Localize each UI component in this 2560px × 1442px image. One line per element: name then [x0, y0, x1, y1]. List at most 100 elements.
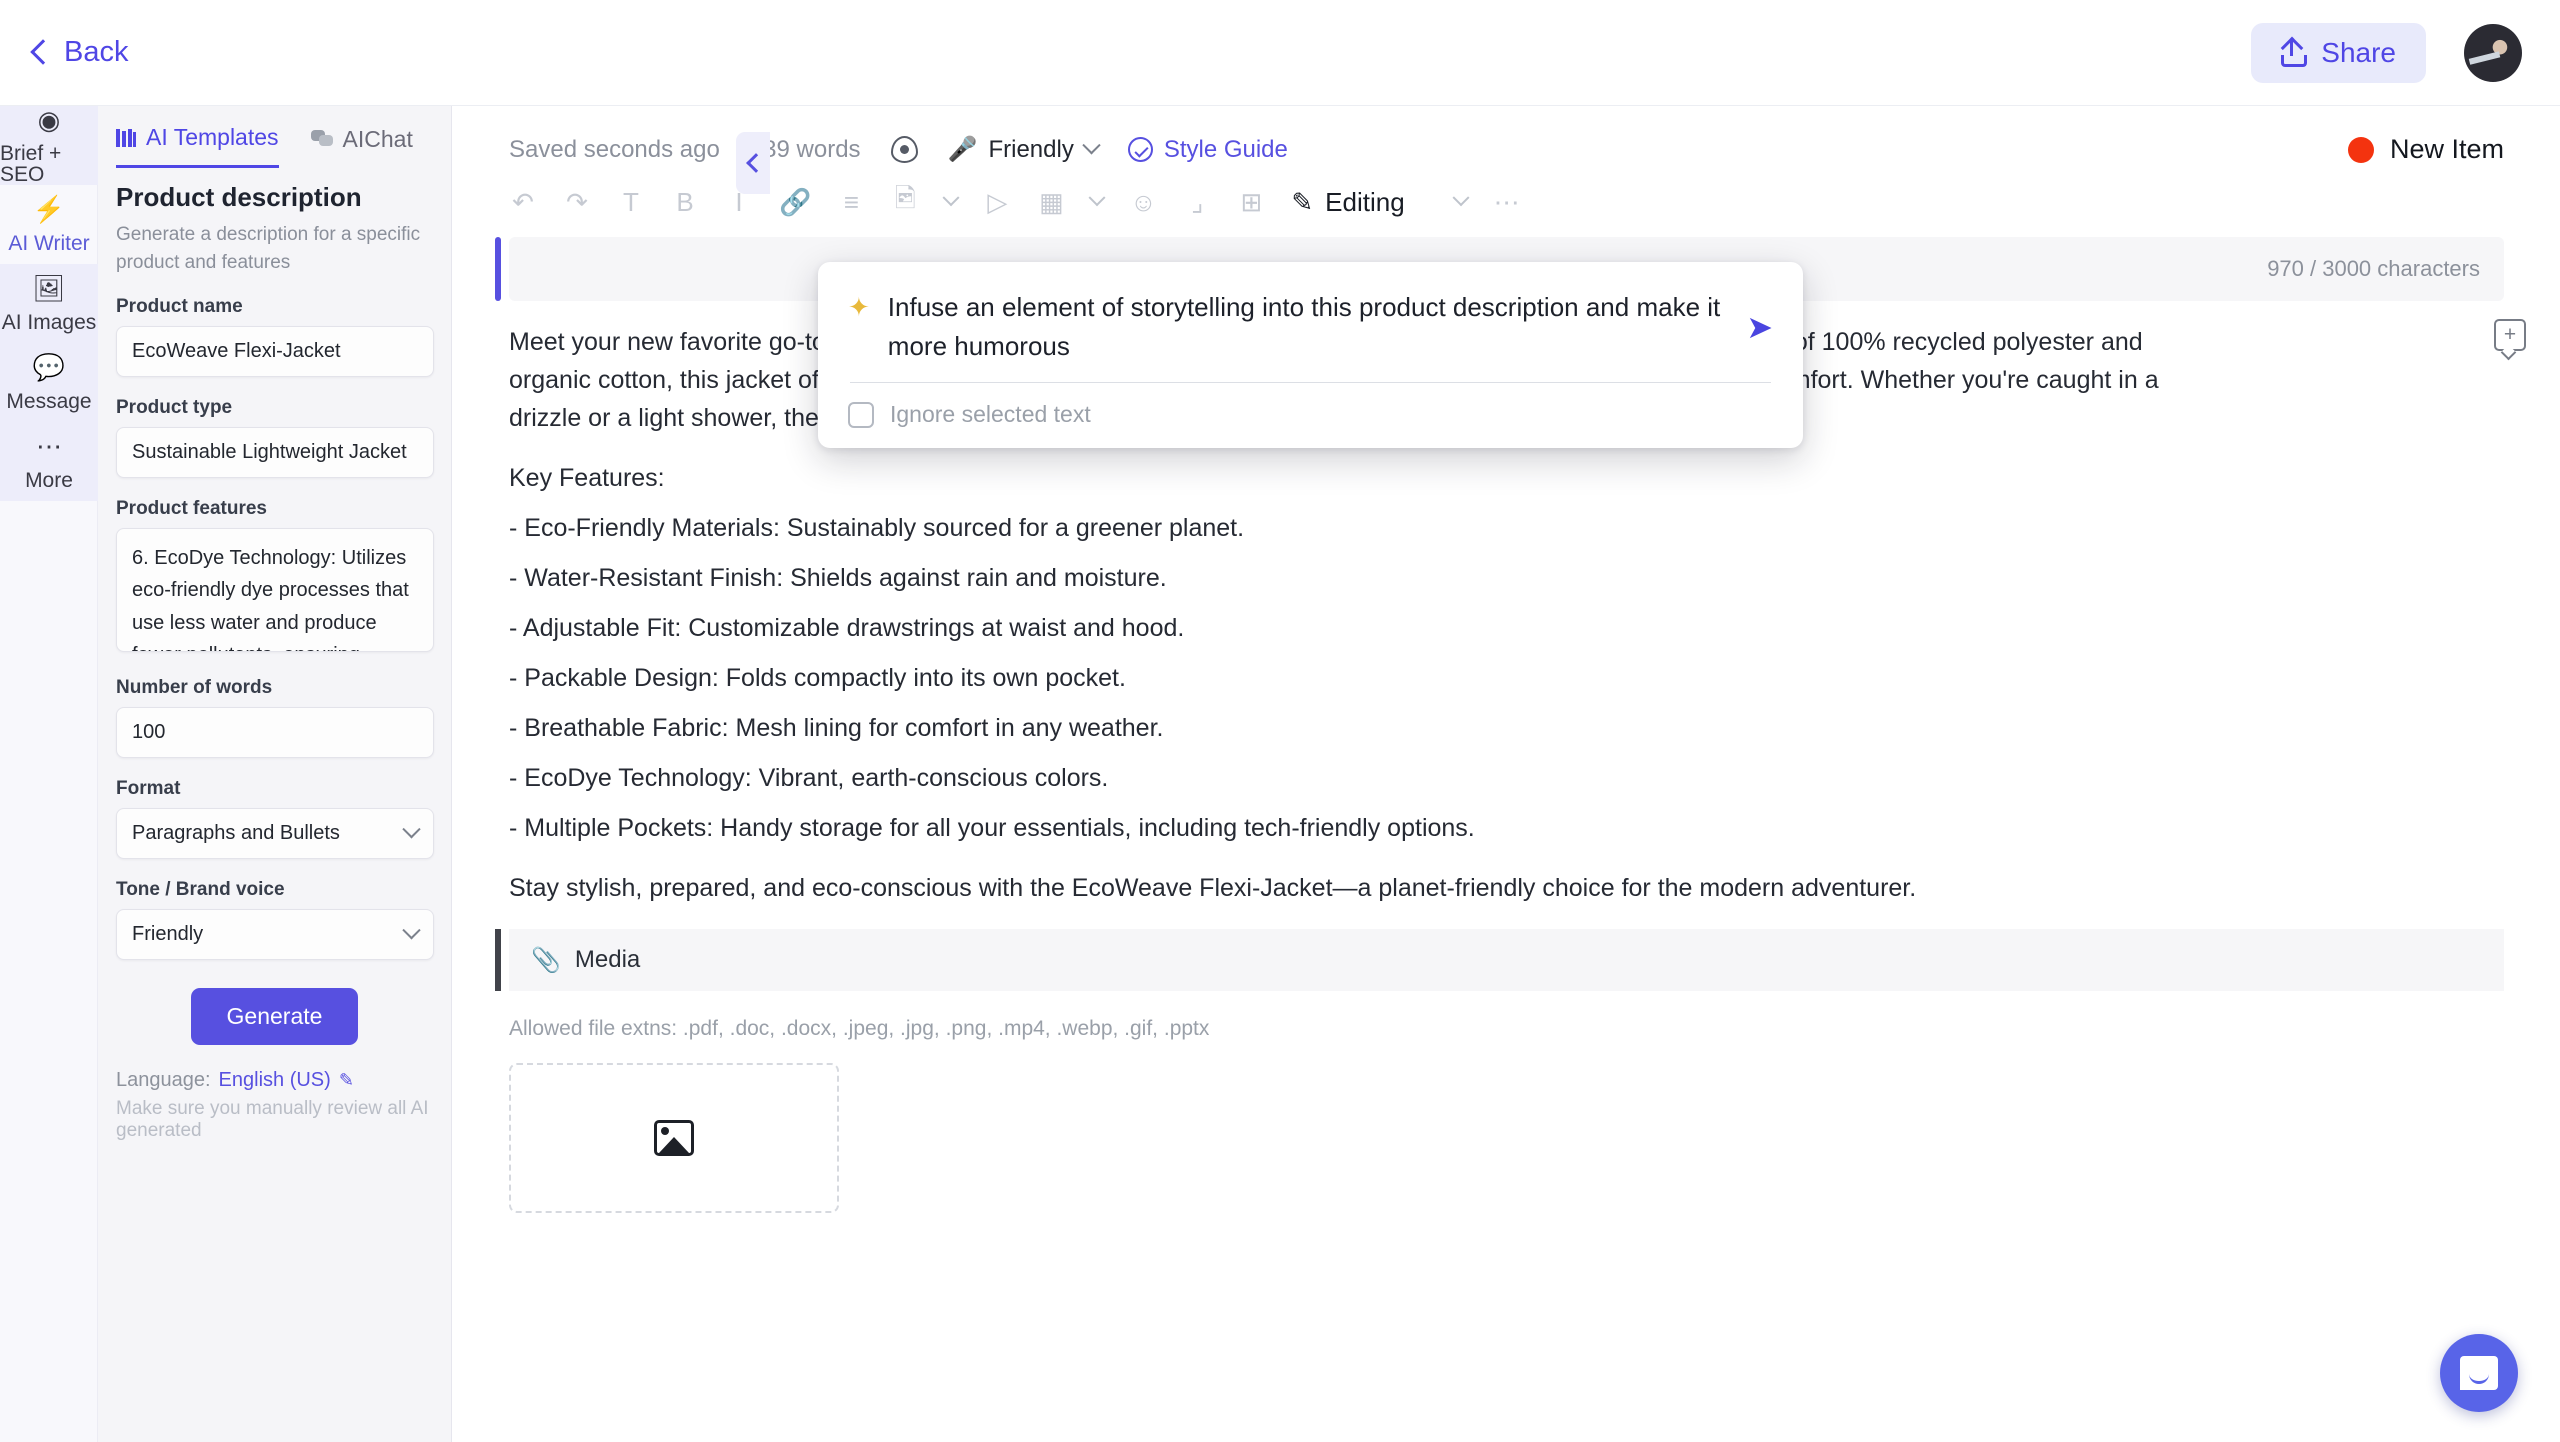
- sidebar-item-more[interactable]: ⋯ More: [0, 422, 98, 501]
- media-dropzone[interactable]: [509, 1063, 839, 1213]
- record-dot-icon: [2347, 136, 2374, 163]
- checkbox-label: Ignore selected text: [890, 401, 1091, 427]
- field-label: Format: [116, 778, 181, 800]
- chevron-down-icon[interactable]: [1452, 189, 1470, 207]
- product-name-input[interactable]: [116, 326, 434, 378]
- play-icon[interactable]: ▷: [983, 185, 1011, 219]
- chat-bubbles-icon: [310, 130, 333, 148]
- microphone-icon: 🎤: [947, 136, 978, 163]
- table-icon[interactable]: ▦: [1037, 185, 1065, 219]
- paperclip-icon: 📎: [531, 946, 561, 974]
- accent-bar: [495, 929, 501, 991]
- collapse-panel-button[interactable]: [736, 132, 770, 194]
- back-button[interactable]: Back: [28, 28, 134, 77]
- bullet-item: - Adjustable Fit: Customizable drawstrin…: [509, 614, 1185, 642]
- bold-icon[interactable]: B: [671, 185, 699, 219]
- books-icon: [116, 128, 136, 147]
- ai-prompt-popup: ✦ Infuse an element of storytelling into…: [818, 262, 1803, 448]
- tone-label: Friendly: [988, 135, 1074, 163]
- sidebar-item-message[interactable]: 💬 Message: [0, 343, 98, 422]
- product-type-input[interactable]: [116, 427, 434, 479]
- field-label: Product features: [116, 498, 267, 520]
- chevron-left-icon: [745, 153, 766, 173]
- style-guide-label: Style Guide: [1163, 135, 1288, 163]
- new-item-label: New Item: [2389, 134, 2504, 164]
- bullet-item: - EcoDye Technology: Vibrant, earth-cons…: [509, 764, 1109, 792]
- clear-format-icon[interactable]: ⌟: [1183, 185, 1211, 219]
- paragraph: Key Features:: [509, 464, 665, 492]
- ellipsis-icon: ⋯: [36, 431, 62, 461]
- check-badge-icon: [1127, 137, 1153, 162]
- chat-widget-button[interactable]: [2440, 1334, 2518, 1412]
- checkbox-icon[interactable]: [848, 401, 874, 428]
- share-label: Share: [2321, 36, 2396, 68]
- generate-button[interactable]: Generate: [190, 988, 359, 1046]
- lightning-icon: ⚡: [32, 194, 66, 224]
- sidebar-item-label: Brief + SEO: [0, 142, 62, 186]
- text-style-icon[interactable]: T: [617, 185, 645, 219]
- add-comment-icon[interactable]: ⊞: [1237, 185, 1265, 219]
- allowed-file-extensions: Allowed file extns: .pdf, .doc, .docx, .…: [509, 1017, 1210, 1040]
- speech-bubble-icon: 💬: [32, 352, 66, 382]
- chevron-down-icon: [402, 921, 421, 940]
- tab-aichat[interactable]: AIChat: [310, 125, 413, 167]
- chevron-down-icon: [402, 820, 421, 839]
- more-options-icon[interactable]: ⋯: [1493, 185, 1521, 219]
- sidebar-item-ai-images[interactable]: 🖼 AI Images: [0, 264, 98, 343]
- edit-pencil-icon[interactable]: ✎: [339, 1070, 354, 1091]
- tab-ai-templates[interactable]: AI Templates: [116, 124, 279, 168]
- sidebar-item-label: AI Images: [1, 310, 97, 334]
- field-label: Number of words: [116, 677, 273, 699]
- bullet-item: - Packable Design: Folds compactly into …: [509, 664, 1126, 692]
- field-label: Product type: [116, 397, 233, 419]
- redo-icon[interactable]: ↷: [563, 185, 591, 219]
- language-prefix: Language:: [116, 1069, 211, 1092]
- add-comment-icon[interactable]: +: [2494, 319, 2526, 351]
- number-of-words-input[interactable]: [116, 707, 434, 759]
- preview-eye-icon[interactable]: [890, 136, 918, 163]
- emoji-icon[interactable]: ☺: [1129, 185, 1157, 219]
- media-section-header: 📎 Media: [495, 929, 2504, 991]
- field-format: Format Paragraphs and Bullets: [98, 778, 451, 860]
- new-item-button[interactable]: New Item: [2347, 134, 2504, 165]
- field-label: Product name: [116, 296, 243, 318]
- chevron-left-icon: [30, 39, 56, 65]
- prompt-text[interactable]: Infuse an element of storytelling into t…: [888, 288, 1728, 366]
- image-insert-icon[interactable]: 🖻: [891, 183, 919, 219]
- paragraph: Stay stylish, prepared, and eco-consciou…: [509, 874, 1917, 902]
- accent-bar: [495, 237, 501, 301]
- chevron-down-icon: [1082, 136, 1101, 155]
- image-icon: [654, 1120, 694, 1156]
- field-label: Tone / Brand voice: [116, 879, 285, 901]
- tone-dropdown[interactable]: 🎤 Friendly: [947, 135, 1101, 164]
- avatar[interactable]: [2464, 23, 2522, 82]
- panel-title: Product description: [116, 182, 362, 212]
- send-icon[interactable]: ➤: [1746, 308, 1773, 346]
- chat-smile-icon: [2460, 1356, 2498, 1390]
- language-value[interactable]: English (US): [219, 1069, 331, 1092]
- chevron-down-icon[interactable]: [942, 189, 960, 207]
- product-features-textarea[interactable]: 6. EcoDye Technology: Utilizes eco-frien…: [116, 528, 434, 653]
- link-icon[interactable]: 🔗: [779, 185, 811, 219]
- top-bar: Back Share: [0, 0, 2560, 106]
- style-guide-button[interactable]: Style Guide: [1127, 135, 1288, 164]
- list-icon[interactable]: ≡: [837, 185, 865, 219]
- undo-icon[interactable]: ↶: [509, 185, 537, 219]
- sidebar-item-label: AI Writer: [8, 231, 90, 255]
- panel-subtitle: Generate a description for a specific pr…: [116, 224, 421, 273]
- sidebar-item-ai-writer[interactable]: ⚡ AI Writer: [0, 185, 98, 264]
- sidebar-item-brief-seo[interactable]: ◉ Brief + SEO: [0, 105, 98, 186]
- sidebar-item-label: Message: [6, 389, 92, 413]
- divider: [850, 382, 1771, 383]
- tab-label: AIChat: [342, 125, 413, 152]
- chevron-down-icon[interactable]: [1088, 189, 1106, 207]
- editing-mode-button[interactable]: ✎ Editing: [1291, 187, 1404, 218]
- saved-status: Saved seconds ago: [509, 135, 720, 163]
- share-button[interactable]: Share: [2251, 22, 2426, 83]
- ignore-selected-text-checkbox[interactable]: Ignore selected text: [848, 401, 1773, 428]
- tone-select[interactable]: Friendly: [116, 909, 434, 961]
- panel-tabs: AI Templates AIChat: [98, 106, 451, 168]
- language-row: Language: English (US) ✎: [98, 1069, 451, 1092]
- back-label: Back: [64, 36, 129, 68]
- format-select[interactable]: Paragraphs and Bullets: [116, 808, 434, 860]
